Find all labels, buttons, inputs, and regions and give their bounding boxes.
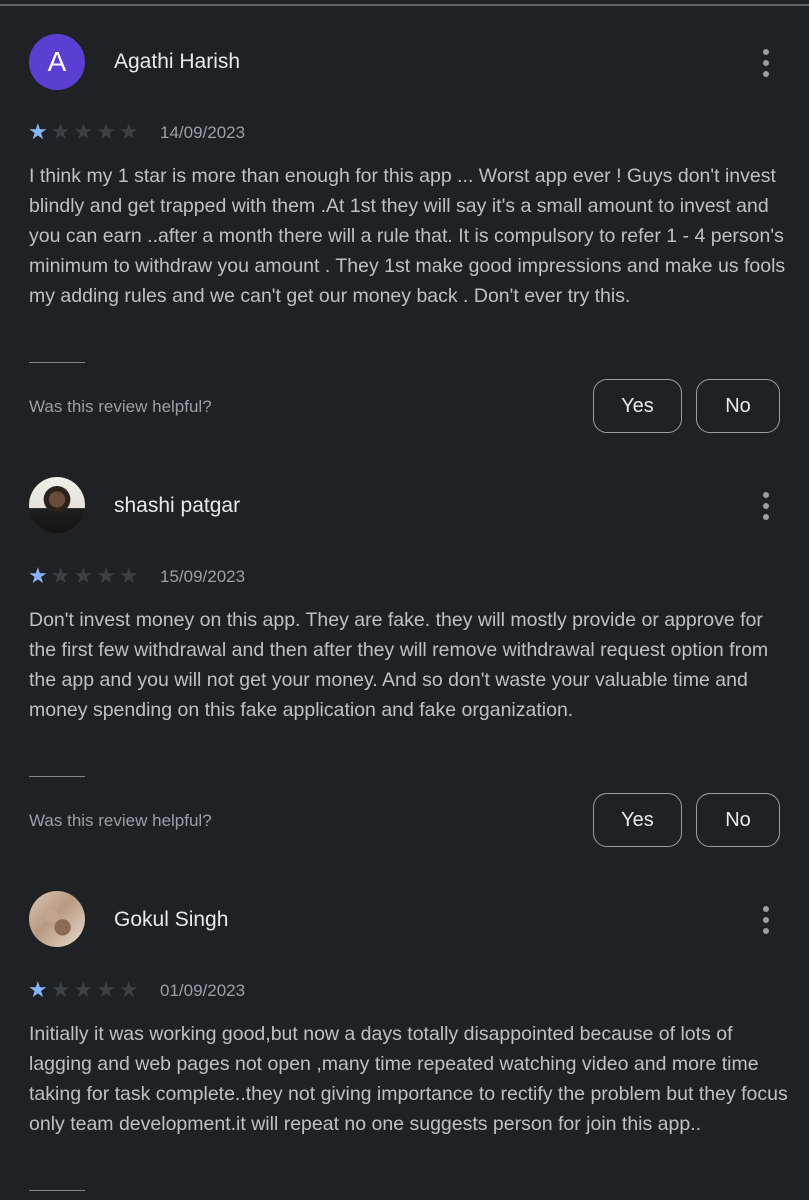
divider [29,1190,85,1191]
star-icon: ★ [96,977,116,1002]
star-icon: ★ [73,977,94,1002]
star-icon: ★ [118,977,139,1002]
divider [29,362,85,363]
star-icon: ★ [50,977,71,1002]
reviewer-name: Agathi Harish [114,50,241,73]
top-divider [0,4,809,6]
avatar-letter: A [47,46,67,77]
reviewer-name: Gokul Singh [114,908,229,931]
helpful-no-button[interactable]: No [696,793,780,847]
review-text: Initially it was working good,but now a … [29,1023,788,1135]
star-icon: ★ [73,563,94,588]
review-date: 14/09/2023 [160,123,246,142]
divider [29,776,85,777]
star-icon: ★ [118,563,139,588]
helpful-yes-button[interactable]: Yes [593,379,682,433]
star-icon: ★ [28,563,48,588]
star-icon: ★ [28,119,48,144]
review-date: 15/09/2023 [160,567,246,586]
more-vert-icon[interactable] [756,47,776,79]
star-icon: ★ [50,119,71,144]
avatar[interactable] [29,891,85,947]
more-vert-icon[interactable] [756,490,776,522]
review-text: I think my 1 star is more than enough fo… [29,165,786,307]
star-icon: ★ [28,977,48,1002]
helpful-prompt: Was this review helpful? [29,811,212,830]
avatar[interactable]: A [29,34,85,90]
helpful-prompt: Was this review helpful? [29,397,212,416]
star-icon: ★ [96,563,116,588]
star-rating: ★ ★ ★ ★ ★ [28,979,139,1001]
review-date: 01/09/2023 [160,981,246,1000]
star-rating: ★ ★ ★ ★ ★ [28,121,139,143]
star-icon: ★ [73,119,94,144]
reviewer-name: shashi patgar [114,494,241,517]
review-text: Don't invest money on this app. They are… [29,609,769,721]
avatar[interactable] [29,477,85,533]
star-rating: ★ ★ ★ ★ ★ [28,565,139,587]
helpful-no-button[interactable]: No [696,379,780,433]
star-icon: ★ [96,119,116,144]
star-icon: ★ [50,563,71,588]
star-icon: ★ [118,119,139,144]
helpful-yes-button[interactable]: Yes [593,793,682,847]
more-vert-icon[interactable] [756,904,776,936]
